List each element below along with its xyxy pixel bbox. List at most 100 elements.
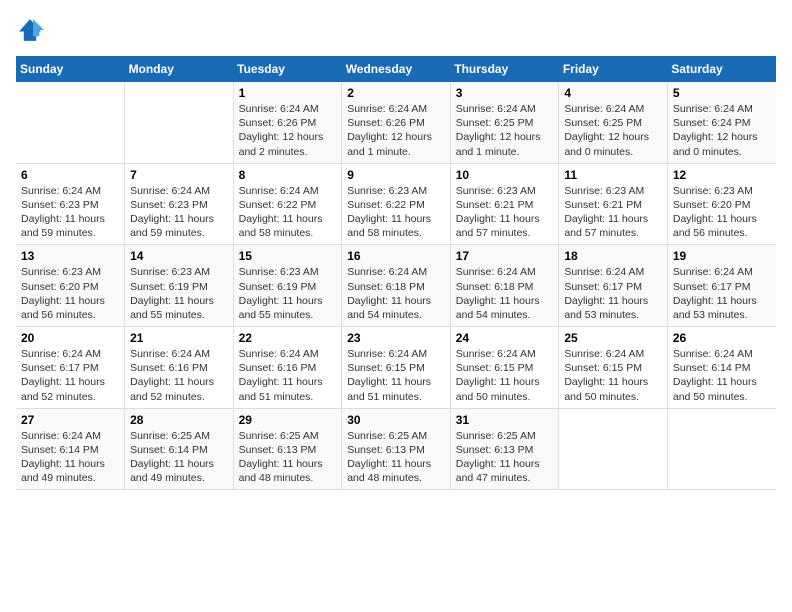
day-info: Sunrise: 6:24 AM Sunset: 6:15 PM Dayligh… bbox=[347, 347, 445, 404]
calendar-cell bbox=[667, 408, 776, 490]
day-number: 22 bbox=[239, 331, 337, 345]
day-info: Sunrise: 6:24 AM Sunset: 6:14 PM Dayligh… bbox=[21, 429, 119, 486]
day-info: Sunrise: 6:24 AM Sunset: 6:24 PM Dayligh… bbox=[673, 102, 771, 159]
day-info: Sunrise: 6:23 AM Sunset: 6:21 PM Dayligh… bbox=[564, 184, 662, 241]
calendar-cell: 22 Sunrise: 6:24 AM Sunset: 6:16 PM Dayli… bbox=[233, 327, 342, 409]
day-number: 2 bbox=[347, 86, 445, 100]
day-info: Sunrise: 6:24 AM Sunset: 6:26 PM Dayligh… bbox=[347, 102, 445, 159]
calendar-cell: 6 Sunrise: 6:24 AM Sunset: 6:23 PM Daylig… bbox=[16, 163, 125, 245]
calendar-cell: 16 Sunrise: 6:24 AM Sunset: 6:18 PM Dayli… bbox=[342, 245, 451, 327]
calendar-cell: 13Sunrise: 6:23 AM Sunset: 6:20 PM Dayli… bbox=[16, 245, 125, 327]
day-number: 28 bbox=[130, 413, 228, 427]
day-info: Sunrise: 6:24 AM Sunset: 6:17 PM Dayligh… bbox=[564, 265, 662, 322]
logo bbox=[16, 16, 48, 44]
day-info: Sunrise: 6:24 AM Sunset: 6:18 PM Dayligh… bbox=[456, 265, 554, 322]
calendar-cell: 19 Sunrise: 6:24 AM Sunset: 6:17 PM Dayli… bbox=[667, 245, 776, 327]
calendar-cell: 17 Sunrise: 6:24 AM Sunset: 6:18 PM Dayli… bbox=[450, 245, 559, 327]
day-number: 15 bbox=[239, 249, 337, 263]
calendar-cell: 15 Sunrise: 6:23 AM Sunset: 6:19 PM Dayli… bbox=[233, 245, 342, 327]
calendar-week-row: 27 Sunrise: 6:24 AM Sunset: 6:14 PM Dayli… bbox=[16, 408, 776, 490]
day-info: Sunrise: 6:24 AM Sunset: 6:22 PM Dayligh… bbox=[239, 184, 337, 241]
calendar-cell: 8 Sunrise: 6:24 AM Sunset: 6:22 PM Daylig… bbox=[233, 163, 342, 245]
day-info: Sunrise: 6:25 AM Sunset: 6:13 PM Dayligh… bbox=[239, 429, 337, 486]
calendar-cell: 26 Sunrise: 6:24 AM Sunset: 6:14 PM Dayli… bbox=[667, 327, 776, 409]
calendar-cell: 3 Sunrise: 6:24 AM Sunset: 6:25 PM Daylig… bbox=[450, 82, 559, 163]
col-header-sunday: Sunday bbox=[16, 56, 125, 82]
day-info: Sunrise: 6:24 AM Sunset: 6:16 PM Dayligh… bbox=[130, 347, 228, 404]
col-header-monday: Monday bbox=[125, 56, 234, 82]
day-number: 27 bbox=[21, 413, 119, 427]
calendar-cell: 10Sunrise: 6:23 AM Sunset: 6:21 PM Dayli… bbox=[450, 163, 559, 245]
calendar-cell: 4 Sunrise: 6:24 AM Sunset: 6:25 PM Daylig… bbox=[559, 82, 668, 163]
calendar-cell: 31Sunrise: 6:25 AM Sunset: 6:13 PM Dayli… bbox=[450, 408, 559, 490]
day-info: Sunrise: 6:23 AM Sunset: 6:19 PM Dayligh… bbox=[239, 265, 337, 322]
day-info: Sunrise: 6:25 AM Sunset: 6:14 PM Dayligh… bbox=[130, 429, 228, 486]
calendar-cell: 30 Sunrise: 6:25 AM Sunset: 6:13 PM Dayli… bbox=[342, 408, 451, 490]
calendar-cell: 2 Sunrise: 6:24 AM Sunset: 6:26 PM Daylig… bbox=[342, 82, 451, 163]
day-number: 18 bbox=[564, 249, 662, 263]
day-info: Sunrise: 6:23 AM Sunset: 6:20 PM Dayligh… bbox=[21, 265, 119, 322]
day-number: 6 bbox=[21, 168, 119, 182]
day-info: Sunrise: 6:24 AM Sunset: 6:17 PM Dayligh… bbox=[673, 265, 771, 322]
day-number: 30 bbox=[347, 413, 445, 427]
day-info: Sunrise: 6:24 AM Sunset: 6:16 PM Dayligh… bbox=[239, 347, 337, 404]
day-number: 26 bbox=[673, 331, 771, 345]
calendar-header-row: SundayMondayTuesdayWednesdayThursdayFrid… bbox=[16, 56, 776, 82]
calendar-cell: 7 Sunrise: 6:24 AM Sunset: 6:23 PM Daylig… bbox=[125, 163, 234, 245]
col-header-saturday: Saturday bbox=[667, 56, 776, 82]
day-info: Sunrise: 6:24 AM Sunset: 6:15 PM Dayligh… bbox=[456, 347, 554, 404]
col-header-thursday: Thursday bbox=[450, 56, 559, 82]
calendar-week-row: 1 Sunrise: 6:24 AM Sunset: 6:26 PM Daylig… bbox=[16, 82, 776, 163]
col-header-wednesday: Wednesday bbox=[342, 56, 451, 82]
day-info: Sunrise: 6:23 AM Sunset: 6:21 PM Dayligh… bbox=[456, 184, 554, 241]
day-number: 12 bbox=[673, 168, 771, 182]
calendar-table: SundayMondayTuesdayWednesdayThursdayFrid… bbox=[16, 56, 776, 490]
calendar-cell: 28 Sunrise: 6:25 AM Sunset: 6:14 PM Dayli… bbox=[125, 408, 234, 490]
calendar-cell: 11Sunrise: 6:23 AM Sunset: 6:21 PM Dayli… bbox=[559, 163, 668, 245]
day-number: 3 bbox=[456, 86, 554, 100]
day-info: Sunrise: 6:23 AM Sunset: 6:19 PM Dayligh… bbox=[130, 265, 228, 322]
calendar-week-row: 6 Sunrise: 6:24 AM Sunset: 6:23 PM Daylig… bbox=[16, 163, 776, 245]
day-number: 8 bbox=[239, 168, 337, 182]
day-info: Sunrise: 6:24 AM Sunset: 6:18 PM Dayligh… bbox=[347, 265, 445, 322]
day-info: Sunrise: 6:24 AM Sunset: 6:14 PM Dayligh… bbox=[673, 347, 771, 404]
calendar-week-row: 13Sunrise: 6:23 AM Sunset: 6:20 PM Dayli… bbox=[16, 245, 776, 327]
calendar-cell bbox=[559, 408, 668, 490]
day-number: 5 bbox=[673, 86, 771, 100]
calendar-cell: 21 Sunrise: 6:24 AM Sunset: 6:16 PM Dayli… bbox=[125, 327, 234, 409]
day-number: 16 bbox=[347, 249, 445, 263]
col-header-friday: Friday bbox=[559, 56, 668, 82]
day-info: Sunrise: 6:24 AM Sunset: 6:25 PM Dayligh… bbox=[564, 102, 662, 159]
calendar-cell: 12 Sunrise: 6:23 AM Sunset: 6:20 PM Dayli… bbox=[667, 163, 776, 245]
calendar-cell: 14 Sunrise: 6:23 AM Sunset: 6:19 PM Dayli… bbox=[125, 245, 234, 327]
col-header-tuesday: Tuesday bbox=[233, 56, 342, 82]
day-number: 7 bbox=[130, 168, 228, 182]
day-number: 29 bbox=[239, 413, 337, 427]
day-number: 21 bbox=[130, 331, 228, 345]
day-number: 17 bbox=[456, 249, 554, 263]
day-number: 4 bbox=[564, 86, 662, 100]
calendar-cell: 27 Sunrise: 6:24 AM Sunset: 6:14 PM Dayli… bbox=[16, 408, 125, 490]
day-info: Sunrise: 6:24 AM Sunset: 6:17 PM Dayligh… bbox=[21, 347, 119, 404]
page-header bbox=[16, 16, 776, 44]
day-info: Sunrise: 6:23 AM Sunset: 6:20 PM Dayligh… bbox=[673, 184, 771, 241]
calendar-cell: 5 Sunrise: 6:24 AM Sunset: 6:24 PM Daylig… bbox=[667, 82, 776, 163]
calendar-cell bbox=[16, 82, 125, 163]
calendar-cell: 20Sunrise: 6:24 AM Sunset: 6:17 PM Dayli… bbox=[16, 327, 125, 409]
calendar-week-row: 20Sunrise: 6:24 AM Sunset: 6:17 PM Dayli… bbox=[16, 327, 776, 409]
day-number: 25 bbox=[564, 331, 662, 345]
day-number: 19 bbox=[673, 249, 771, 263]
day-info: Sunrise: 6:25 AM Sunset: 6:13 PM Dayligh… bbox=[456, 429, 554, 486]
day-info: Sunrise: 6:24 AM Sunset: 6:23 PM Dayligh… bbox=[21, 184, 119, 241]
day-info: Sunrise: 6:24 AM Sunset: 6:15 PM Dayligh… bbox=[564, 347, 662, 404]
day-number: 14 bbox=[130, 249, 228, 263]
logo-icon bbox=[16, 16, 44, 44]
calendar-cell: 9Sunrise: 6:23 AM Sunset: 6:22 PM Daylig… bbox=[342, 163, 451, 245]
day-info: Sunrise: 6:25 AM Sunset: 6:13 PM Dayligh… bbox=[347, 429, 445, 486]
day-number: 1 bbox=[239, 86, 337, 100]
day-number: 24 bbox=[456, 331, 554, 345]
day-info: Sunrise: 6:24 AM Sunset: 6:25 PM Dayligh… bbox=[456, 102, 554, 159]
day-info: Sunrise: 6:24 AM Sunset: 6:26 PM Dayligh… bbox=[239, 102, 337, 159]
calendar-cell: 29 Sunrise: 6:25 AM Sunset: 6:13 PM Dayli… bbox=[233, 408, 342, 490]
day-info: Sunrise: 6:24 AM Sunset: 6:23 PM Dayligh… bbox=[130, 184, 228, 241]
